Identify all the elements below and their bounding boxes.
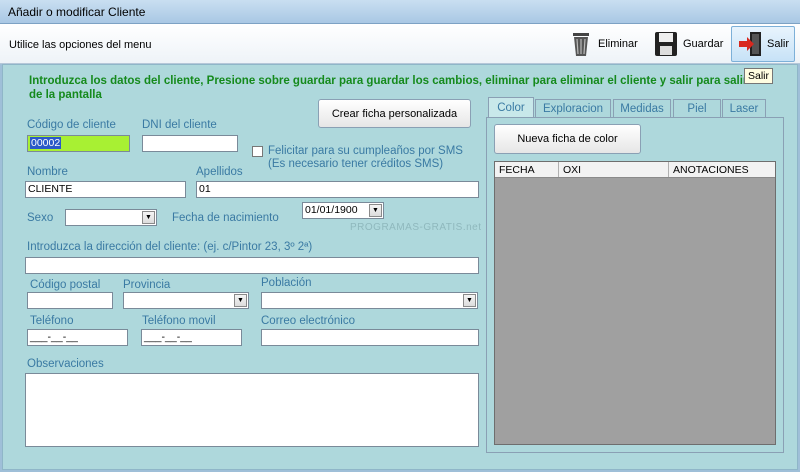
cp-input[interactable] — [27, 292, 113, 309]
instructions-text: Introduzca los datos del cliente, Presio… — [29, 75, 748, 101]
codigo-value: 00002 — [30, 137, 62, 149]
fecha-label: Fecha de nacimiento — [172, 212, 279, 224]
salir-tooltip: Salir — [744, 68, 774, 84]
correo-input[interactable] — [261, 329, 479, 346]
fecha-select[interactable]: 01/01/1900 ▼ — [302, 202, 384, 219]
poblacion-label: Población — [261, 277, 312, 289]
sexo-label: Sexo — [27, 212, 54, 224]
codigo-input[interactable]: 00002 — [27, 135, 130, 152]
telefono-input[interactable]: ___-__-__ — [27, 329, 128, 346]
tab-color[interactable]: Color — [488, 97, 534, 118]
column-anotaciones[interactable]: ANOTACIONES — [669, 162, 775, 177]
movil-label: Teléfono movil — [142, 315, 216, 327]
nombre-label: Nombre — [27, 166, 68, 178]
column-oxi[interactable]: OXI — [559, 162, 669, 177]
guardar-label: Guardar — [683, 38, 724, 50]
salir-label: Salir — [767, 38, 790, 50]
provincia-label: Provincia — [123, 279, 171, 291]
crear-ficha-button[interactable]: Crear ficha personalizada — [318, 99, 471, 128]
toolbar-hint: Utilice las opciones del menu — [9, 39, 152, 51]
save-icon — [653, 30, 679, 58]
nombre-input[interactable]: CLIENTE — [25, 181, 186, 198]
nueva-ficha-color-button[interactable]: Nueva ficha de color — [494, 124, 641, 154]
apellidos-label: Apellidos — [196, 166, 243, 178]
dni-input[interactable] — [142, 135, 238, 152]
column-fecha[interactable]: FECHA — [495, 162, 559, 177]
direccion-label: Introduzca la dirección del cliente: (ej… — [27, 241, 313, 253]
tab-medidas[interactable]: Medidas — [613, 99, 671, 117]
window-title: Añadir o modificar Cliente — [8, 5, 146, 19]
sexo-select[interactable]: ▼ — [65, 209, 157, 226]
observaciones-label: Observaciones — [27, 358, 104, 370]
grid-header: FECHA OXI ANOTACIONES — [495, 162, 775, 178]
watermark: PROGRAMAS-GRATIS.net — [350, 222, 482, 233]
chevron-down-icon[interactable]: ▼ — [142, 211, 155, 224]
correo-label: Correo electrónico — [261, 315, 355, 327]
salir-button[interactable]: Salir — [731, 26, 796, 62]
apellidos-input[interactable]: 01 — [196, 181, 479, 198]
chevron-down-icon[interactable]: ▼ — [463, 294, 476, 307]
chevron-down-icon[interactable]: ▼ — [234, 294, 247, 307]
tab-piel[interactable]: Piel — [673, 99, 721, 117]
dni-label: DNI del cliente — [142, 119, 217, 131]
telefono-label: Teléfono — [30, 315, 74, 327]
color-grid[interactable]: FECHA OXI ANOTACIONES — [494, 161, 776, 445]
guardar-button[interactable]: Guardar — [647, 26, 729, 62]
fecha-value: 01/01/1900 — [305, 204, 358, 216]
eliminar-button[interactable]: Eliminar — [562, 26, 644, 62]
title-bar: Añadir o modificar Cliente — [0, 0, 800, 24]
tab-laser[interactable]: Laser — [722, 99, 766, 117]
movil-input[interactable]: ___-__-__ — [141, 329, 242, 346]
poblacion-select[interactable]: ▼ — [261, 292, 478, 309]
cp-label: Código postal — [30, 279, 101, 291]
provincia-select[interactable]: ▼ — [123, 292, 249, 309]
observaciones-textarea[interactable] — [25, 373, 479, 447]
sms-note: (Es necesario tener créditos SMS) — [268, 158, 444, 170]
codigo-label: Código de cliente — [27, 119, 116, 131]
tab-exploracion[interactable]: Exploracion — [535, 99, 611, 117]
eliminar-label: Eliminar — [598, 38, 638, 50]
exit-door-icon — [737, 30, 763, 58]
trash-icon — [568, 30, 594, 58]
chevron-down-icon[interactable]: ▼ — [369, 204, 382, 217]
direccion-input[interactable] — [25, 257, 479, 274]
sms-label: Felicitar para su cumpleaños por SMS — [268, 145, 463, 157]
sms-checkbox[interactable] — [252, 146, 263, 157]
